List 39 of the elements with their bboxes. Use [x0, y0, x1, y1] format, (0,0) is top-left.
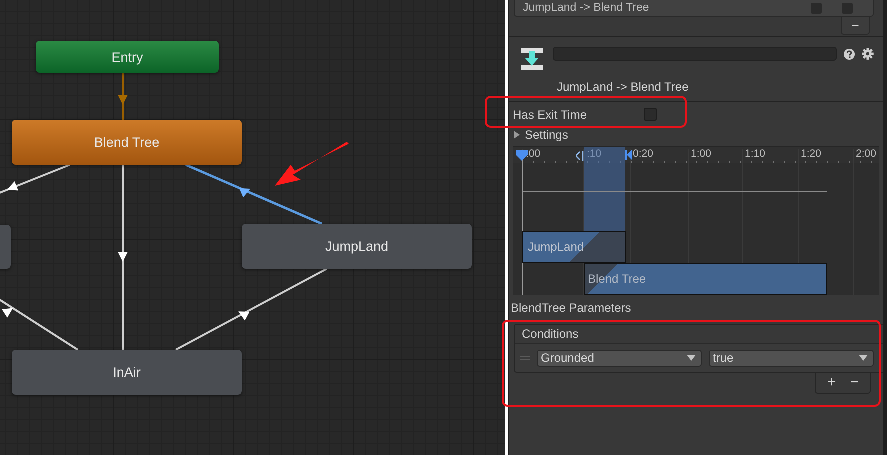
transition-arrow[interactable]	[0, 299, 79, 351]
panel-title: Conditions	[515, 325, 883, 344]
section-label: BlendTree Parameters	[510, 300, 632, 317]
collapsed-triangle-icon[interactable]	[513, 131, 521, 139]
entry-node[interactable]: Entry	[36, 41, 219, 73]
checkbox[interactable]	[644, 108, 657, 121]
tick-label: :10	[587, 148, 602, 160]
state-node[interactable]: JumpLand	[242, 224, 472, 269]
tick-label: 2:00	[856, 148, 876, 160]
caret-icon	[859, 355, 868, 361]
transition-title: JumpLand -> Blend Tree	[557, 80, 690, 94]
range-start-marker-icon[interactable]	[576, 151, 584, 161]
drag-handle-icon[interactable]	[520, 356, 530, 360]
caret-icon	[687, 355, 696, 361]
transition-label[interactable]: JumpLand -> Blend Tree	[523, 1, 811, 15]
state-node[interactable]: InAir	[12, 350, 242, 395]
settings-foldout[interactable]: Settings	[509, 127, 568, 143]
remove-button[interactable]: −	[841, 17, 870, 35]
help-icon[interactable]	[844, 48, 856, 60]
add-button[interactable]: +	[822, 375, 842, 391]
remove-button[interactable]: −	[845, 375, 864, 391]
settings-icon[interactable]	[862, 48, 874, 60]
tick-label: :00	[526, 148, 541, 160]
transition-arrow[interactable]	[176, 268, 328, 351]
tick-label: 0:20	[633, 148, 654, 160]
animation-clip[interactable]: JumpLand	[522, 231, 626, 263]
value-dropdown[interactable]: true	[709, 350, 874, 366]
tick-label: 1:00	[691, 148, 712, 160]
tick-label: 1:20	[801, 148, 822, 160]
transition-arrow[interactable]	[186, 164, 322, 226]
field-label: Has Exit Time	[513, 108, 588, 122]
start-marker-icon[interactable]	[516, 150, 528, 161]
transition-icon	[520, 47, 544, 71]
state-node[interactable]: Blend Tree	[12, 120, 242, 165]
tick-label: 1:10	[745, 148, 766, 160]
range-end-marker-icon[interactable]	[625, 150, 633, 160]
transition-arrow[interactable]	[118, 165, 128, 350]
parameter-dropdown[interactable]: Grounded	[537, 350, 702, 366]
transition-arrow[interactable]	[0, 164, 70, 194]
